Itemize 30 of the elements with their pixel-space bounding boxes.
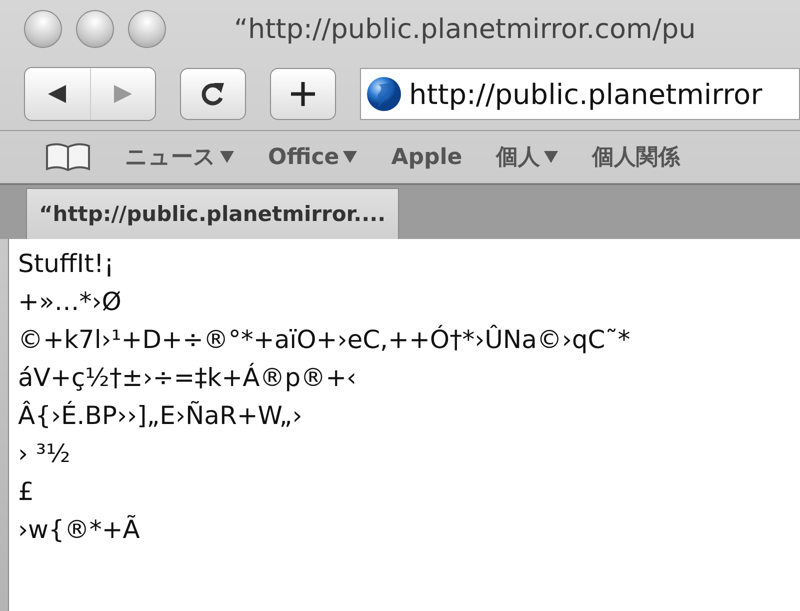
window-title: “http://public.planetmirror.com/pu bbox=[234, 14, 696, 44]
bookmark-item[interactable]: 個人関係 bbox=[592, 142, 680, 172]
caret-icon bbox=[343, 151, 358, 163]
bookmark-item[interactable]: Office bbox=[268, 144, 358, 170]
forward-icon bbox=[112, 83, 134, 105]
caret-icon bbox=[220, 151, 234, 163]
text-line: ©+k7l›¹+D+÷®°*+aïO+›eC,++Ó†*›ÛNa©›qC˜* bbox=[18, 324, 632, 356]
bookmark-item[interactable]: Apple bbox=[391, 144, 462, 170]
text-line: › ³½ bbox=[18, 438, 72, 470]
minimize-button[interactable] bbox=[76, 10, 114, 48]
text-line: +»…*›Ø bbox=[18, 286, 122, 318]
text-line: StuffIt!¡ bbox=[18, 248, 115, 280]
address-field[interactable]: http://public.planetmirror bbox=[360, 68, 800, 120]
back-icon bbox=[46, 83, 68, 105]
globe-icon bbox=[365, 75, 403, 113]
reload-icon bbox=[200, 80, 226, 108]
bookmark-item[interactable]: 個人 bbox=[496, 142, 558, 172]
bookmarks-book-icon[interactable] bbox=[45, 142, 91, 172]
bookmark-item[interactable]: ニュース bbox=[125, 142, 234, 172]
tab[interactable]: “http://public.planetmirror.... bbox=[26, 188, 399, 239]
plus-icon bbox=[289, 80, 317, 108]
add-bookmark-button[interactable] bbox=[270, 68, 336, 120]
text-line: áV+ç½†±›÷=‡k+Á®p®+‹ bbox=[18, 362, 358, 394]
text-line: ›w{®*+Ã bbox=[18, 514, 141, 546]
text-line: £ bbox=[18, 476, 35, 508]
reload-button[interactable] bbox=[180, 68, 246, 120]
zoom-button[interactable] bbox=[128, 10, 166, 48]
close-button[interactable] bbox=[24, 10, 62, 48]
text-line: Â{›É.BP››]„E›ÑaR+W„› bbox=[18, 400, 304, 432]
caret-icon bbox=[544, 151, 558, 163]
